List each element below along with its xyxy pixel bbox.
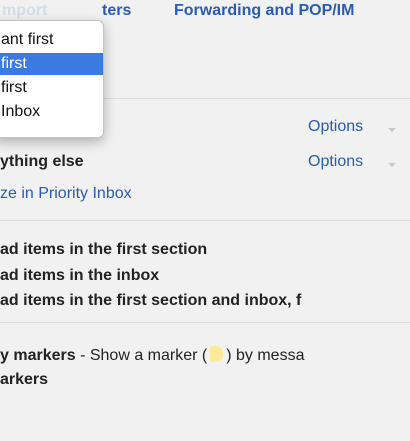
show-markers-desc-prefix: - Show a marker (: [75, 347, 208, 364]
unread-count-option-inbox[interactable]: ad items in the inbox: [0, 267, 159, 285]
section-2-label: ything else: [0, 153, 84, 170]
section-divider: [0, 322, 410, 323]
chevron-down-icon: [388, 163, 396, 167]
add-section-link[interactable]: ze in Priority Inbox: [0, 185, 132, 203]
section-divider: [0, 220, 410, 221]
show-markers-desc-suffix: ) by messa: [226, 347, 305, 364]
show-markers-option[interactable]: y markers - Show a marker ( ) by messa: [0, 346, 304, 365]
section-1-options-link[interactable]: Options: [308, 118, 363, 136]
inbox-type-dropdown-menu[interactable]: ant first first first Inbox: [0, 20, 104, 138]
tab-filters[interactable]: ters: [102, 2, 131, 20]
chevron-down-icon: [388, 128, 396, 132]
dropdown-item-starred-first[interactable]: first: [0, 77, 103, 99]
section-2-options-link[interactable]: Options: [308, 153, 363, 171]
tab-import[interactable]: mport: [2, 2, 47, 20]
unread-count-option-both[interactable]: ad items in the first section and inbox,…: [0, 292, 301, 310]
tab-forwarding-pop-imap[interactable]: Forwarding and POP/IM: [174, 2, 354, 20]
unread-count-option-first-section[interactable]: ad items in the first section: [0, 241, 207, 259]
dropdown-item-important-first[interactable]: ant first: [0, 29, 103, 51]
no-markers-option[interactable]: arkers: [0, 371, 48, 389]
dropdown-item-priority-inbox[interactable]: Inbox: [0, 101, 103, 123]
dropdown-item-unread-first[interactable]: first: [0, 53, 103, 75]
importance-marker-icon: [210, 346, 224, 362]
show-markers-label: y markers: [0, 347, 76, 364]
